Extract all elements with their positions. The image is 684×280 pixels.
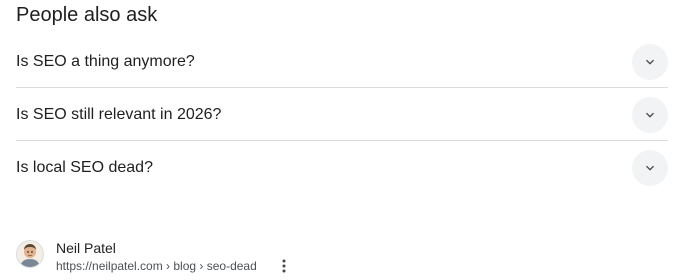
more-options-icon[interactable] [276,259,292,275]
expand-button[interactable] [632,97,668,133]
question-item[interactable]: Is local SEO dead? [16,141,668,193]
question-item[interactable]: Is SEO a thing anymore? [16,35,668,88]
question-item[interactable]: Is SEO still relevant in 2026? [16,88,668,141]
search-result: Neil Patel https://neilpatel.com › blog … [16,240,668,280]
site-url[interactable]: https://neilpatel.com › blog › seo-dead [56,259,257,273]
avatar-icon [17,241,43,267]
question-text: Is SEO still relevant in 2026? [16,106,222,123]
people-also-ask-title: People also ask [16,4,158,26]
chevron-down-icon [646,165,654,171]
expand-button[interactable] [632,150,668,186]
chevron-down-icon [646,59,654,65]
question-text: Is SEO a thing anymore? [16,53,195,70]
site-favicon[interactable] [16,240,44,268]
site-name[interactable]: Neil Patel [56,240,116,256]
question-text: Is local SEO dead? [16,159,153,176]
chevron-down-icon [646,112,654,118]
expand-button[interactable] [632,44,668,80]
people-also-ask-list: Is SEO a thing anymore? Is SEO still rel… [16,35,668,193]
